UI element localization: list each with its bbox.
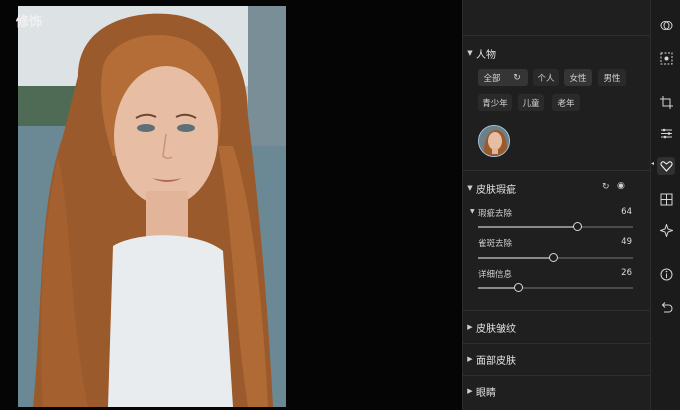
- slider-fill: [478, 226, 578, 228]
- panel-title: 修饰: [16, 15, 43, 30]
- chevron-right-icon: ▶: [467, 355, 473, 363]
- slider-track-blemish[interactable]: [478, 222, 633, 231]
- grid-icon[interactable]: [657, 190, 675, 208]
- focus-frame-icon[interactable]: [657, 49, 675, 67]
- info-icon[interactable]: [657, 265, 675, 283]
- chevron-down-icon: ▼: [467, 49, 473, 57]
- slider-thumb[interactable]: [513, 283, 523, 292]
- divider: [462, 375, 650, 376]
- section-people-title: 人物: [476, 49, 496, 61]
- slider-track-freckle[interactable]: [478, 253, 633, 262]
- section-skin-blemish-title: 皮肤瑕疵: [476, 184, 516, 196]
- chip-individual[interactable]: 个人: [533, 69, 559, 86]
- chevron-down-icon: ▼: [467, 184, 473, 192]
- chip-all[interactable]: 全部: [478, 69, 506, 86]
- sparkle-icon[interactable]: [657, 221, 675, 239]
- crop-icon[interactable]: [657, 93, 675, 111]
- chevron-down-icon[interactable]: ▼: [470, 208, 475, 215]
- section-people-header[interactable]: ▼ 人物: [464, 44, 496, 62]
- slider-value-freckle[interactable]: 49: [608, 237, 632, 247]
- section-face-skin-header[interactable]: ▶ 面部皮肤: [464, 350, 516, 368]
- chevron-right-icon: ▶: [467, 323, 473, 331]
- slider-fill: [478, 287, 519, 289]
- chip-female[interactable]: 女性: [564, 69, 592, 86]
- slider-value-blemish[interactable]: 64: [608, 207, 632, 217]
- divider: [462, 310, 650, 311]
- slider-track-detail[interactable]: [478, 283, 633, 292]
- slider-label-blemish: 瑕疵去除: [478, 209, 513, 219]
- slider-label-detail: 详细信息: [478, 270, 513, 280]
- divider: [462, 35, 650, 36]
- overlap-circles-icon[interactable]: [657, 16, 675, 34]
- section-eyes-header[interactable]: ▶ 眼睛: [464, 382, 496, 400]
- section-skin-wrinkle-title: 皮肤皱纹: [476, 323, 516, 335]
- slider-value-detail[interactable]: 26: [608, 268, 632, 278]
- active-indicator-icon: ◂: [651, 160, 655, 167]
- reset-icon[interactable]: ↻: [506, 69, 528, 86]
- portrait-illustration: [18, 6, 286, 407]
- undo-icon[interactable]: [657, 298, 675, 316]
- retouch-heart-icon[interactable]: [657, 157, 675, 175]
- chip-child[interactable]: 儿童: [518, 94, 544, 111]
- portrait-photo: [18, 6, 286, 407]
- eye-icon[interactable]: ◉: [617, 181, 625, 191]
- chip-male[interactable]: 男性: [598, 69, 626, 86]
- slider-thumb[interactable]: [572, 222, 582, 231]
- reset-icon[interactable]: ↻: [602, 182, 610, 192]
- section-skin-blemish-header[interactable]: ▼ 皮肤瑕疵: [464, 179, 516, 197]
- chip-elderly[interactable]: 老年: [552, 94, 580, 111]
- slider-label-freckle: 雀斑去除: [478, 239, 513, 249]
- chevron-right-icon: ▶: [467, 387, 473, 395]
- section-eyes-title: 眼睛: [476, 387, 496, 399]
- section-face-skin-title: 面部皮肤: [476, 355, 516, 367]
- slider-fill: [478, 257, 554, 259]
- photo-canvas: [0, 0, 462, 410]
- chip-teen[interactable]: 青少年: [478, 94, 512, 111]
- divider: [462, 343, 650, 344]
- divider: [462, 170, 650, 171]
- detected-face-avatar[interactable]: [478, 125, 510, 157]
- sliders-icon[interactable]: [657, 124, 675, 142]
- section-skin-wrinkle-header[interactable]: ▶ 皮肤皱纹: [464, 318, 516, 336]
